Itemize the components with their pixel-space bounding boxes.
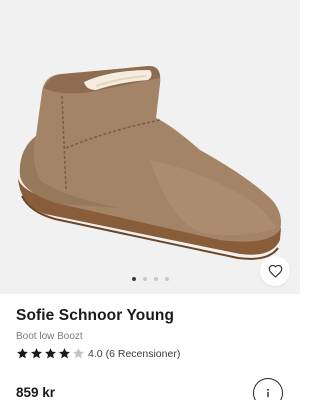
product-image: [18, 66, 282, 260]
gallery-dot[interactable]: [142, 277, 147, 281]
product-brand[interactable]: Sofie Schnoor Young: [16, 307, 174, 325]
product-price: 859 kr: [16, 385, 56, 400]
star-icon: [17, 348, 28, 359]
heart-icon: [268, 264, 282, 278]
star-icon: [31, 348, 42, 359]
star-icon: [73, 348, 84, 359]
gallery-dot[interactable]: [164, 277, 169, 281]
rating-stars: [16, 347, 85, 360]
star-icon: [59, 348, 70, 359]
gallery-dot[interactable]: [131, 277, 136, 281]
product-image-gallery[interactable]: [0, 0, 300, 294]
gallery-dot[interactable]: [153, 277, 158, 281]
star-icon: [45, 348, 56, 359]
rating-value: 4.0: [88, 347, 103, 360]
product-rating[interactable]: 4.0 (6 Recensioner): [16, 347, 180, 360]
info-icon: [267, 388, 269, 398]
favorite-button[interactable]: [260, 256, 290, 286]
rating-summary: 4.0 (6 Recensioner): [88, 348, 180, 360]
info-button[interactable]: [253, 378, 283, 400]
product-subtitle: Boot low Boozt: [16, 331, 83, 342]
review-count: (6 Recensioner): [105, 347, 181, 360]
gallery-pagination: [0, 277, 300, 281]
